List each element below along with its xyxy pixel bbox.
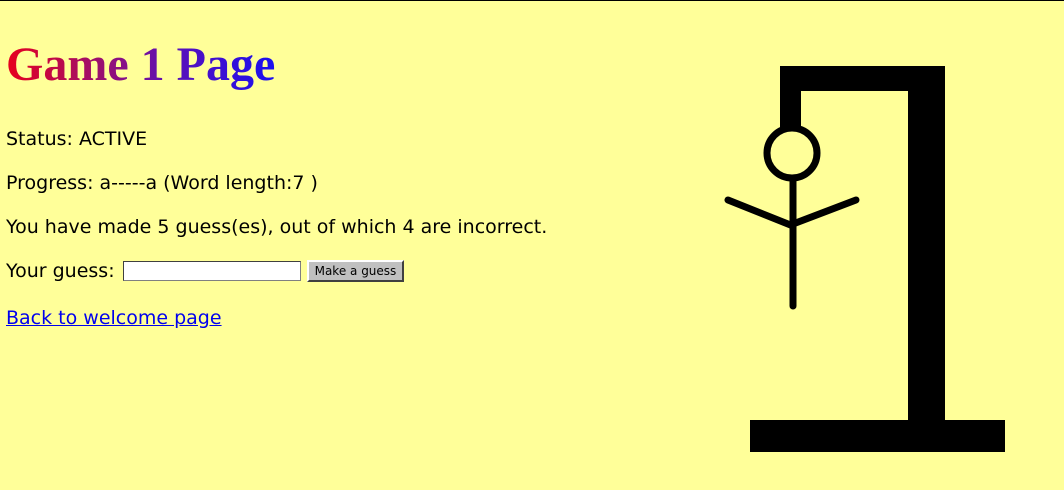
- gallows-rope: [780, 66, 801, 130]
- back-to-welcome-link[interactable]: Back to welcome page: [6, 307, 222, 329]
- progress-text: Progress: a-----a (Word length:7 ): [6, 172, 318, 194]
- hangman-right-arm: [789, 196, 860, 228]
- gallows-base: [750, 420, 1005, 452]
- guess-count-text: You have made 5 guess(es), out of which …: [6, 216, 548, 238]
- status-text: Status: ACTIVE: [6, 128, 148, 150]
- guess-label: Your guess:: [6, 260, 115, 282]
- guess-form: Your guess: Make a guess: [6, 259, 405, 283]
- hangman-head: [763, 124, 821, 182]
- page-title: Game 1 Page: [6, 38, 276, 91]
- gallows-beam: [780, 66, 945, 91]
- guess-input[interactable]: [122, 261, 301, 281]
- make-guess-button[interactable]: Make a guess: [306, 260, 405, 282]
- hangman-left-arm: [724, 196, 797, 230]
- hangman-gallows-icon: [724, 66, 1005, 452]
- gallows-post: [908, 66, 945, 436]
